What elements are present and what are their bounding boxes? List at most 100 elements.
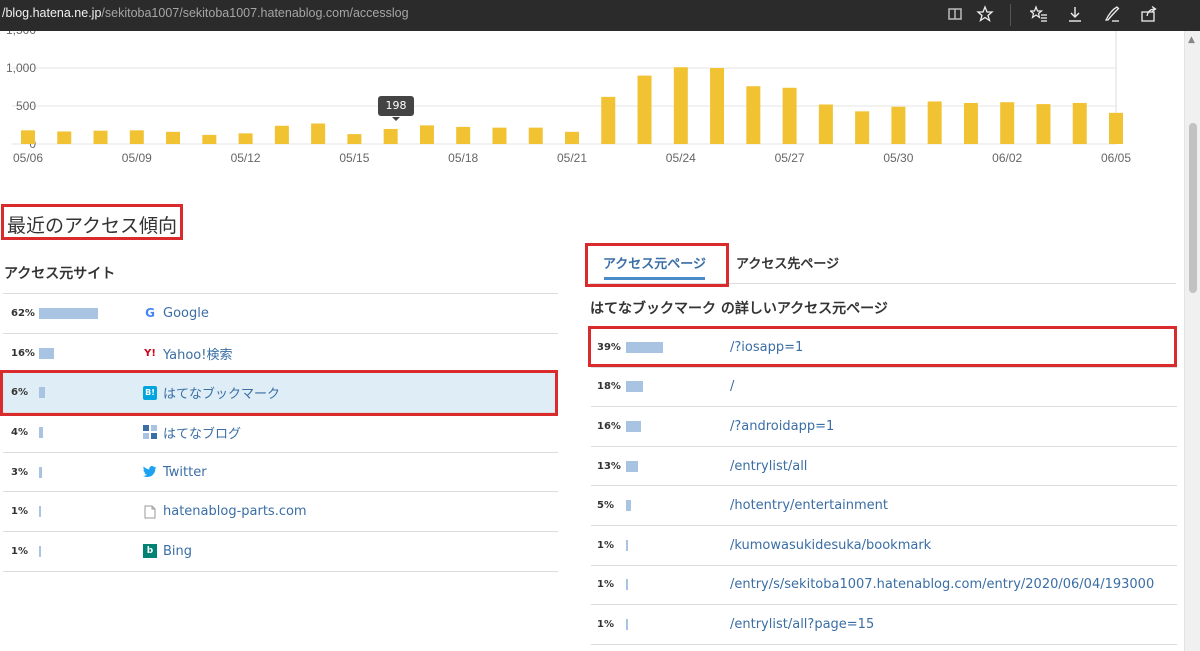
percentage-label: 1% xyxy=(597,539,614,551)
percentage-bar xyxy=(39,506,41,518)
x-tick-label: 05/18 xyxy=(448,151,478,165)
chart-bar[interactable] xyxy=(383,128,398,144)
referrer-row[interactable]: 62% G Google xyxy=(3,294,558,334)
chart-bar[interactable] xyxy=(927,101,942,144)
percentage-bar xyxy=(626,420,642,432)
referrer-site-name: Google xyxy=(163,305,209,321)
chart-bar[interactable] xyxy=(419,125,434,144)
referrer-site-link[interactable]: Y! Yahoo!検索 xyxy=(143,344,232,363)
scroll-up-icon[interactable]: ▲ xyxy=(1188,35,1195,45)
chart-bar[interactable] xyxy=(21,130,35,144)
referrer-row[interactable]: 3% Twitter xyxy=(3,453,558,493)
chart-bar[interactable] xyxy=(274,125,289,144)
referrer-sites-table: 62% G Google 16% Y! Yahoo!検索 6% B! はてなブックマーク 4% はて… xyxy=(3,293,558,572)
chart-bar[interactable] xyxy=(492,127,507,144)
source-page-link[interactable]: /?androidapp=1 xyxy=(730,419,834,434)
chart-bar[interactable] xyxy=(1000,102,1015,144)
percentage-bar xyxy=(39,545,41,557)
percentage-label: 16% xyxy=(597,420,621,432)
referrer-row[interactable]: 1% hatenablog-parts.com xyxy=(3,492,558,533)
chart-bar[interactable] xyxy=(746,86,761,144)
twitter-icon xyxy=(143,465,157,479)
source-page-link[interactable]: /kumowasukidesuka/bookmark xyxy=(730,538,931,553)
source-page-row[interactable]: 13% /entrylist/all xyxy=(591,447,1177,487)
percentage-bar xyxy=(39,347,55,359)
favorites-hub-icon[interactable] xyxy=(1028,3,1050,25)
url-text[interactable]: /blog.hatena.ne.jp/sekitoba1007/sekitoba… xyxy=(2,6,409,20)
source-page-row[interactable]: 16% /?androidapp=1 xyxy=(591,407,1177,447)
chart-bar[interactable] xyxy=(57,131,72,144)
x-tick-label: 05/21 xyxy=(557,151,587,165)
share-icon[interactable] xyxy=(1138,3,1160,25)
x-tick-label: 06/02 xyxy=(992,151,1022,165)
source-page-row[interactable]: 18% / xyxy=(591,368,1177,408)
referrer-site-link[interactable]: hatenablog-parts.com xyxy=(143,504,307,519)
percentage-bar xyxy=(626,460,639,472)
x-tick-label: 05/24 xyxy=(666,151,696,165)
chart-bar[interactable] xyxy=(1072,102,1087,144)
chart-bar[interactable] xyxy=(891,106,906,144)
chart-bar[interactable] xyxy=(963,102,978,144)
referrer-site-link[interactable]: b Bing xyxy=(143,544,192,559)
referrer-row[interactable]: 4% はてなブログ xyxy=(3,413,558,453)
referrer-site-name: Twitter xyxy=(163,464,207,480)
source-page-row[interactable]: 5% /hotentry/entertainment xyxy=(591,486,1177,526)
referrer-row[interactable]: 1% b Bing xyxy=(3,532,558,572)
percentage-label: 3% xyxy=(11,466,28,478)
percentage-label: 4% xyxy=(11,426,28,438)
source-page-row[interactable]: 1% /entry/s/sekitoba1007.hatenablog.com/e… xyxy=(591,566,1177,606)
chart-bar[interactable] xyxy=(1036,104,1051,144)
toolbar-separator xyxy=(1010,4,1011,26)
chart-bar[interactable] xyxy=(166,131,181,144)
source-page-link[interactable]: /entry/s/sekitoba1007.hatenablog.com/ent… xyxy=(730,577,1154,592)
chart-bar[interactable] xyxy=(311,123,326,144)
chart-bar[interactable] xyxy=(238,133,253,144)
chart-bar[interactable] xyxy=(855,111,870,144)
percentage-label: 16% xyxy=(11,347,35,359)
source-page-row[interactable]: 1% /entrylist/all?page=15 xyxy=(591,605,1177,645)
source-page-row[interactable]: 1% /kumowasukidesuka/bookmark xyxy=(591,526,1177,566)
referrer-site-link[interactable]: はてなブログ xyxy=(143,423,241,442)
reading-view-icon[interactable] xyxy=(944,3,966,25)
percentage-label: 1% xyxy=(11,545,28,557)
x-tick-label: 05/09 xyxy=(122,151,152,165)
source-page-link[interactable]: / xyxy=(730,379,734,394)
referrer-site-name: Bing xyxy=(163,543,193,559)
referrer-site-link[interactable]: Twitter xyxy=(143,465,207,480)
tab-destination-pages[interactable]: アクセス先ページ xyxy=(736,252,839,282)
chart-bar[interactable] xyxy=(528,127,543,144)
referrer-row[interactable]: 16% Y! Yahoo!検索 xyxy=(3,334,558,374)
chart-bar[interactable] xyxy=(818,104,833,144)
chart-bar[interactable] xyxy=(601,96,616,144)
chart-bar[interactable] xyxy=(782,87,797,144)
address-bar[interactable]: /blog.hatena.ne.jp/sekitoba1007/sekitoba… xyxy=(0,0,1200,31)
chart-bar[interactable] xyxy=(93,130,108,144)
percentage-bar xyxy=(39,466,42,478)
source-page-link[interactable]: /entrylist/all?page=15 xyxy=(730,617,874,632)
favorite-star-icon[interactable] xyxy=(974,3,996,25)
percentage-bar xyxy=(626,500,631,512)
highlight-box-source-tab xyxy=(585,243,729,287)
chart-bar[interactable] xyxy=(1109,112,1123,144)
page-scrollbar[interactable]: ▲ xyxy=(1184,31,1200,651)
chart-bar[interactable] xyxy=(710,68,725,144)
chart-bar[interactable] xyxy=(129,130,144,144)
x-tick-label: 05/15 xyxy=(339,151,369,165)
chart-bar[interactable] xyxy=(202,134,217,144)
x-tick-label: 05/12 xyxy=(231,151,261,165)
pen-notes-icon[interactable] xyxy=(1101,3,1123,25)
percentage-label: 1% xyxy=(597,579,614,591)
referrer-site-name: hatenablog-parts.com xyxy=(163,504,307,520)
chart-bar[interactable] xyxy=(673,67,688,144)
scrollbar-thumb[interactable] xyxy=(1189,123,1197,293)
url-host: /blog.hatena.ne.jp xyxy=(2,6,102,20)
chart-bar[interactable] xyxy=(456,126,471,144)
percentage-bar xyxy=(39,307,98,319)
chart-bar[interactable] xyxy=(637,75,652,144)
download-icon[interactable] xyxy=(1064,3,1086,25)
chart-bar[interactable] xyxy=(347,134,362,144)
referrer-site-link[interactable]: G Google xyxy=(143,306,209,321)
source-page-link[interactable]: /entrylist/all xyxy=(730,459,807,474)
chart-bar[interactable] xyxy=(565,131,579,144)
source-page-link[interactable]: /hotentry/entertainment xyxy=(730,498,888,513)
